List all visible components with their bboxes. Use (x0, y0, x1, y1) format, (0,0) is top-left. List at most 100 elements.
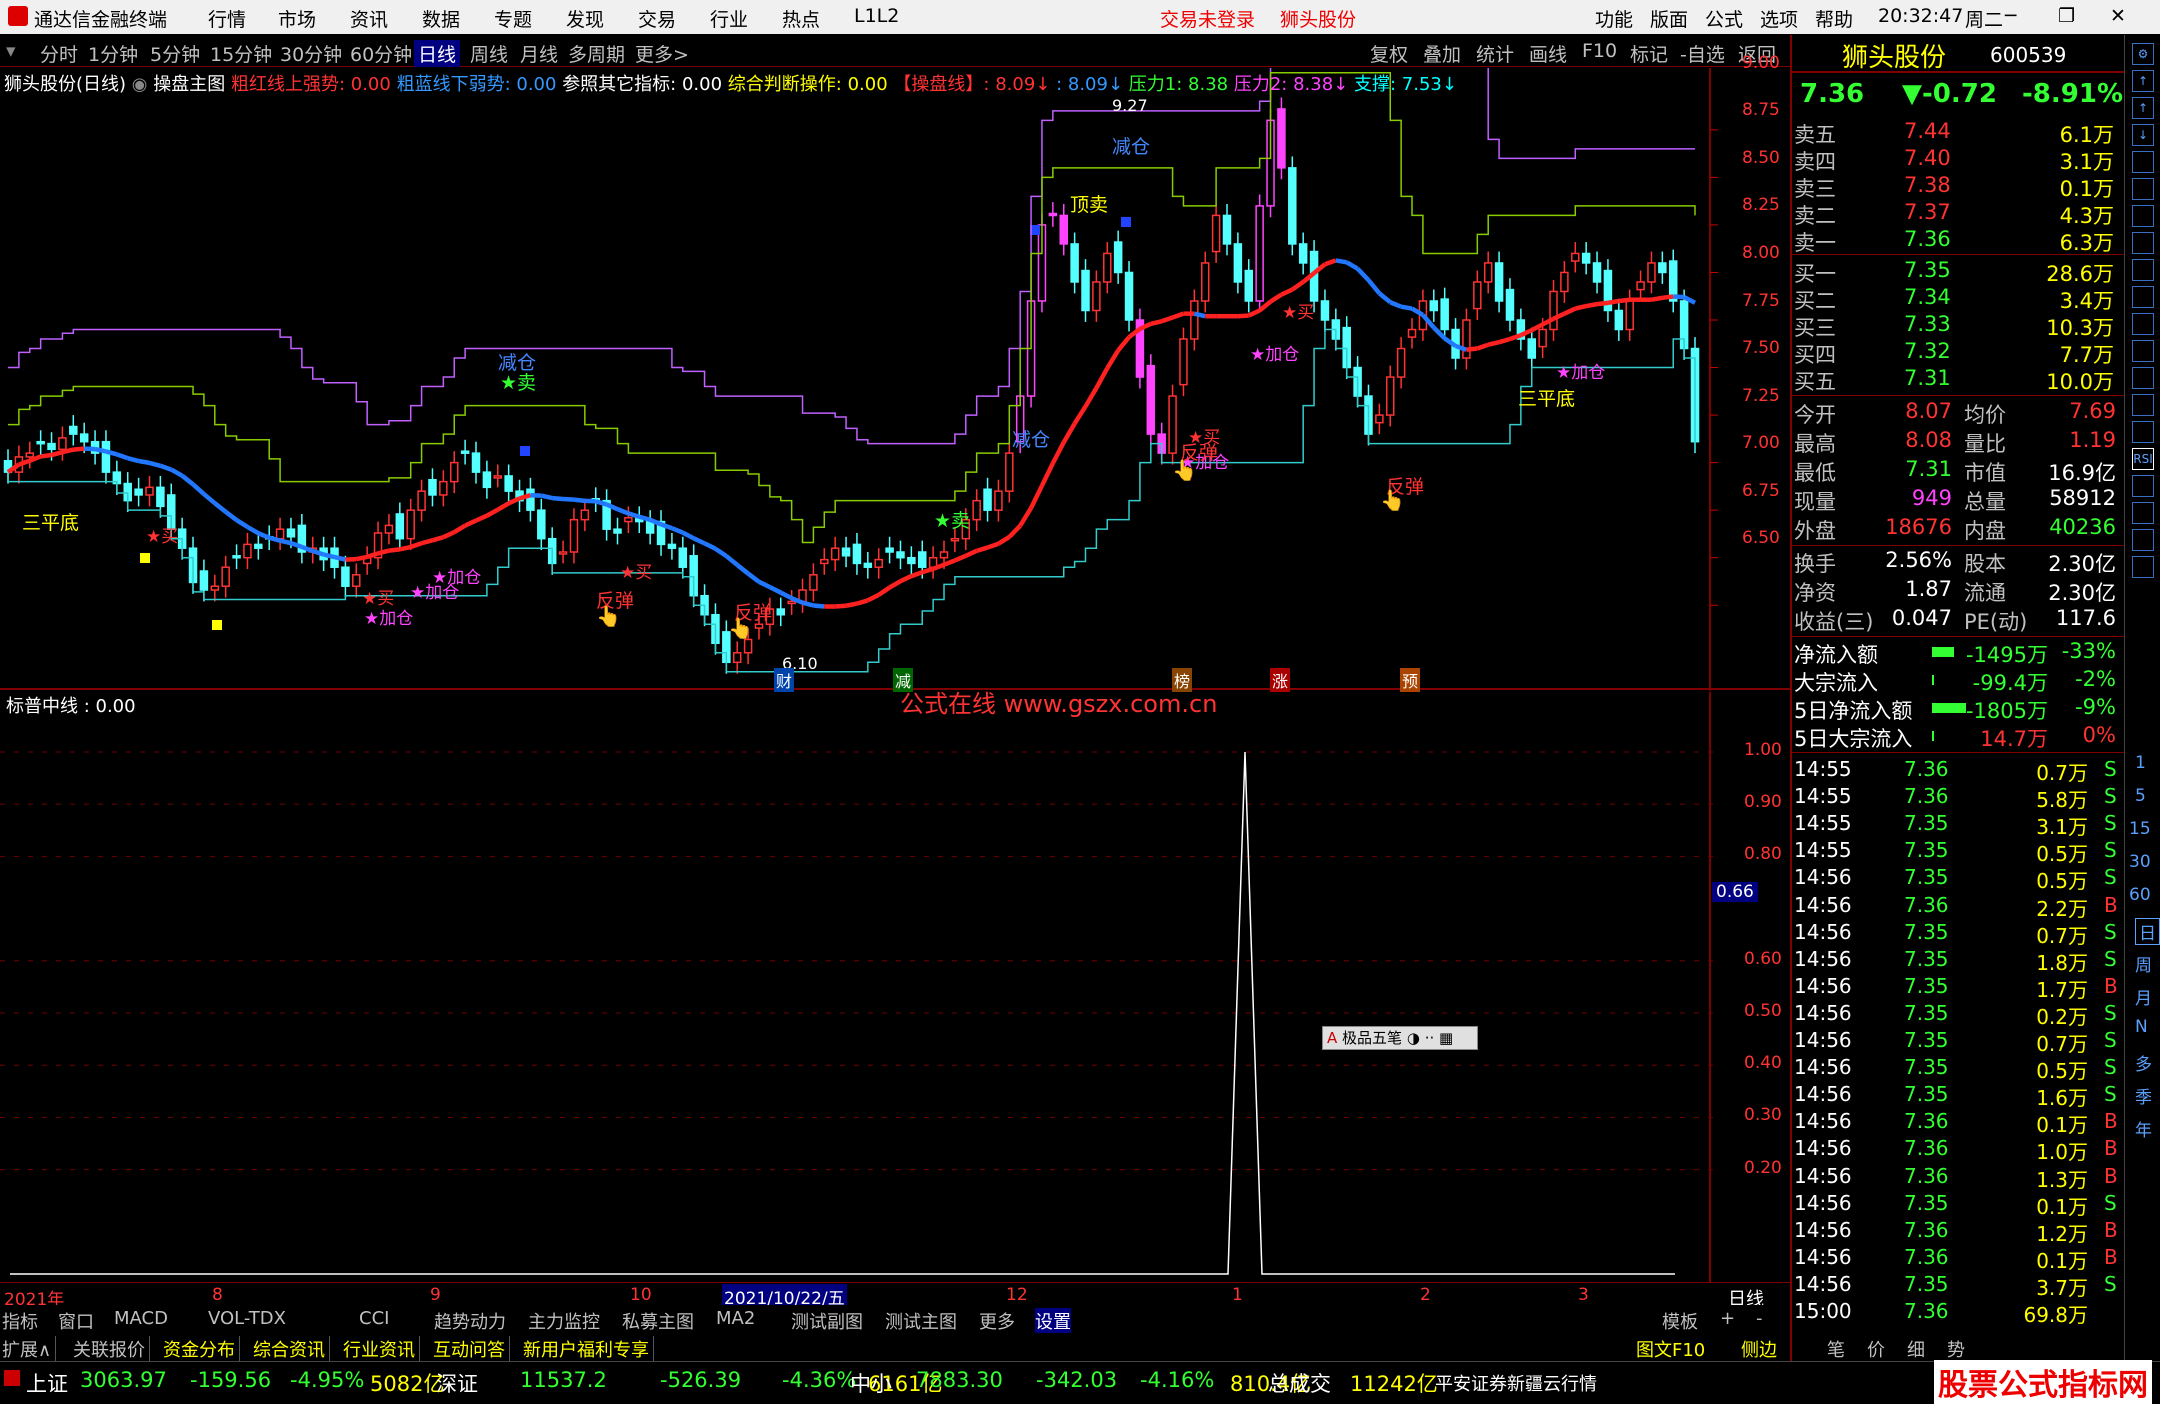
warn-icon[interactable] (2132, 475, 2154, 497)
tab-13[interactable]: 模板 (1662, 1308, 1698, 1334)
side-tab-0[interactable]: 图文F10 (1636, 1336, 1705, 1362)
move-icon[interactable] (2132, 502, 2154, 524)
tab-6[interactable]: 主力监控 (528, 1308, 600, 1334)
line-icon[interactable] (2132, 421, 2154, 443)
trade-login-notice[interactable]: 交易未登录 (1160, 5, 1255, 32)
sidebar-period-2[interactable]: 15 (2129, 819, 2151, 839)
sidebar-period-1[interactable]: 5 (2135, 786, 2146, 806)
tool-huaxian[interactable]: 画线 (1529, 40, 1567, 67)
event-cai[interactable]: 财 (774, 668, 794, 692)
sidebar-period-6[interactable]: 周 (2135, 951, 2152, 976)
tab-10[interactable]: 测试主图 (885, 1308, 957, 1334)
menu-hangye[interactable]: 行业 (710, 5, 748, 32)
sidebar-period-5[interactable]: 日 (2135, 918, 2160, 945)
f2-icon[interactable] (2132, 367, 2154, 389)
star-icon[interactable] (2132, 232, 2154, 254)
tab-11[interactable]: 更多 (979, 1308, 1015, 1334)
tab-7[interactable]: 私募主图 (622, 1308, 694, 1334)
tab-1[interactable]: 窗口 (58, 1308, 94, 1334)
close-icon[interactable]: ✕ (2110, 5, 2126, 27)
info-tab-1[interactable]: 关联报价 (73, 1336, 150, 1362)
sidebar-period-8[interactable]: N (2135, 1017, 2148, 1037)
period-1min[interactable]: 1分钟 (88, 40, 138, 67)
menu-xuanxiang[interactable]: 选项 (1760, 5, 1798, 32)
rsi-icon[interactable]: RSI (2132, 448, 2154, 470)
doc-icon[interactable] (2132, 394, 2154, 416)
menu-l1l2[interactable]: L1L2 (854, 5, 899, 27)
sidebar-period-4[interactable]: 60 (2129, 885, 2151, 905)
tab-14[interactable]: + (1720, 1308, 1735, 1329)
period-daily[interactable]: 日线 (414, 40, 460, 67)
menu-hangqing[interactable]: 行情 (208, 5, 246, 32)
menu-zixun[interactable]: 资讯 (350, 5, 388, 32)
arrow-down-icon[interactable]: ↓ (2132, 124, 2154, 146)
main-kline-chart[interactable]: 狮头股份(日线) ◉ 操盘主图 粗红线上强势: 0.00 粗蓝线下弱势: 0.0… (0, 68, 1790, 691)
indicator-panel[interactable]: 标普中线 : 0.00 公式在线 www.gszx.com.cn 1.000.9… (0, 692, 1790, 1312)
period-multi[interactable]: 多周期 (568, 40, 625, 67)
info-tab-3[interactable]: 综合资讯 (253, 1336, 330, 1362)
sidebar-period-7[interactable]: 月 (2135, 984, 2152, 1009)
period-fenshi[interactable]: 分时 (40, 40, 78, 67)
menu-shuju[interactable]: 数据 (422, 5, 460, 32)
tab-5[interactable]: 趋势动力 (434, 1308, 506, 1334)
info-tab-0[interactable]: 扩展∧ (2, 1336, 56, 1362)
ime-a-icon[interactable]: A (1327, 1029, 1337, 1047)
tool-fuquan[interactable]: 复权 (1370, 40, 1408, 67)
gear-icon[interactable]: ⚙ (2132, 43, 2154, 65)
sidebar-period-11[interactable]: 年 (2135, 1116, 2152, 1141)
ime-moon-icon[interactable]: ◑ ·· ▦ (1407, 1029, 1453, 1047)
table-icon[interactable] (2132, 313, 2154, 335)
period-5min[interactable]: 5分钟 (150, 40, 200, 67)
grid-icon[interactable] (2132, 178, 2154, 200)
tool-tongji[interactable]: 统计 (1476, 40, 1514, 67)
tool-diejia[interactable]: 叠加 (1423, 40, 1461, 67)
pie-icon[interactable] (2132, 286, 2154, 308)
ime-toolbox[interactable]: A 极品五笔 ◑ ·· ▦ (1322, 1026, 1478, 1050)
event-yu[interactable]: 预 (1400, 668, 1420, 692)
tab-4[interactable]: CCI (359, 1308, 389, 1329)
restore-icon[interactable]: ❐ (2058, 5, 2075, 27)
list-icon[interactable] (2132, 151, 2154, 173)
tab-0[interactable]: 指标 (2, 1308, 38, 1334)
pen-icon[interactable] (2132, 529, 2154, 551)
calc-icon[interactable] (2132, 259, 2154, 281)
sidebar-period-0[interactable]: 1 (2135, 753, 2146, 773)
menu-banmian[interactable]: 版面 (1650, 5, 1688, 32)
tab-12[interactable]: 设置 (1035, 1308, 1071, 1334)
tool-f10[interactable]: F10 (1582, 40, 1617, 62)
menu-gongshi[interactable]: 公式 (1705, 5, 1743, 32)
tool-zixuan[interactable]: -自选 (1680, 40, 1725, 67)
menu-bangzhu[interactable]: 帮助 (1815, 5, 1853, 32)
period-30min[interactable]: 30分钟 (280, 40, 342, 67)
tab-9[interactable]: 测试副图 (791, 1308, 863, 1334)
menu-zhuanti[interactable]: 专题 (494, 5, 532, 32)
period-weekly[interactable]: 周线 (470, 40, 508, 67)
info-tab-2[interactable]: 资金分布 (163, 1336, 240, 1362)
menu-faxian[interactable]: 发现 (566, 5, 604, 32)
period-monthly[interactable]: 月线 (520, 40, 558, 67)
tab-3[interactable]: VOL-TDX (208, 1308, 286, 1329)
tab-2[interactable]: MACD (114, 1308, 168, 1329)
arrow-up-icon[interactable]: ↑ (2132, 97, 2154, 119)
period-15min[interactable]: 15分钟 (210, 40, 272, 67)
tab-15[interactable]: - (1756, 1308, 1763, 1329)
minimize-icon[interactable]: ─ (2005, 5, 2016, 27)
menu-gongneng[interactable]: 功能 (1595, 5, 1633, 32)
sidebar-period-3[interactable]: 30 (2129, 852, 2151, 872)
menu-shichang[interactable]: 市场 (278, 5, 316, 32)
arrow-up-icon[interactable]: ↑ (2132, 70, 2154, 92)
period-more[interactable]: 更多> (635, 40, 689, 67)
menu-jiaoyi[interactable]: 交易 (638, 5, 676, 32)
event-zhang[interactable]: 涨 (1270, 668, 1290, 692)
collapse-icon[interactable]: ▾ (6, 40, 16, 62)
chart-icon[interactable] (2132, 205, 2154, 227)
menu-redian[interactable]: 热点 (782, 5, 820, 32)
info-tab-4[interactable]: 行业资讯 (343, 1336, 420, 1362)
sidebar-period-9[interactable]: 多 (2135, 1050, 2152, 1075)
info-tab-6[interactable]: 新用户福利专享 (523, 1336, 654, 1362)
period-60min[interactable]: 60分钟 (350, 40, 412, 67)
layout-icon[interactable] (2132, 556, 2154, 578)
tool-biaoji[interactable]: 标记 (1630, 40, 1668, 67)
sidebar-period-10[interactable]: 季 (2135, 1083, 2152, 1108)
tab-8[interactable]: MA2 (716, 1308, 755, 1329)
